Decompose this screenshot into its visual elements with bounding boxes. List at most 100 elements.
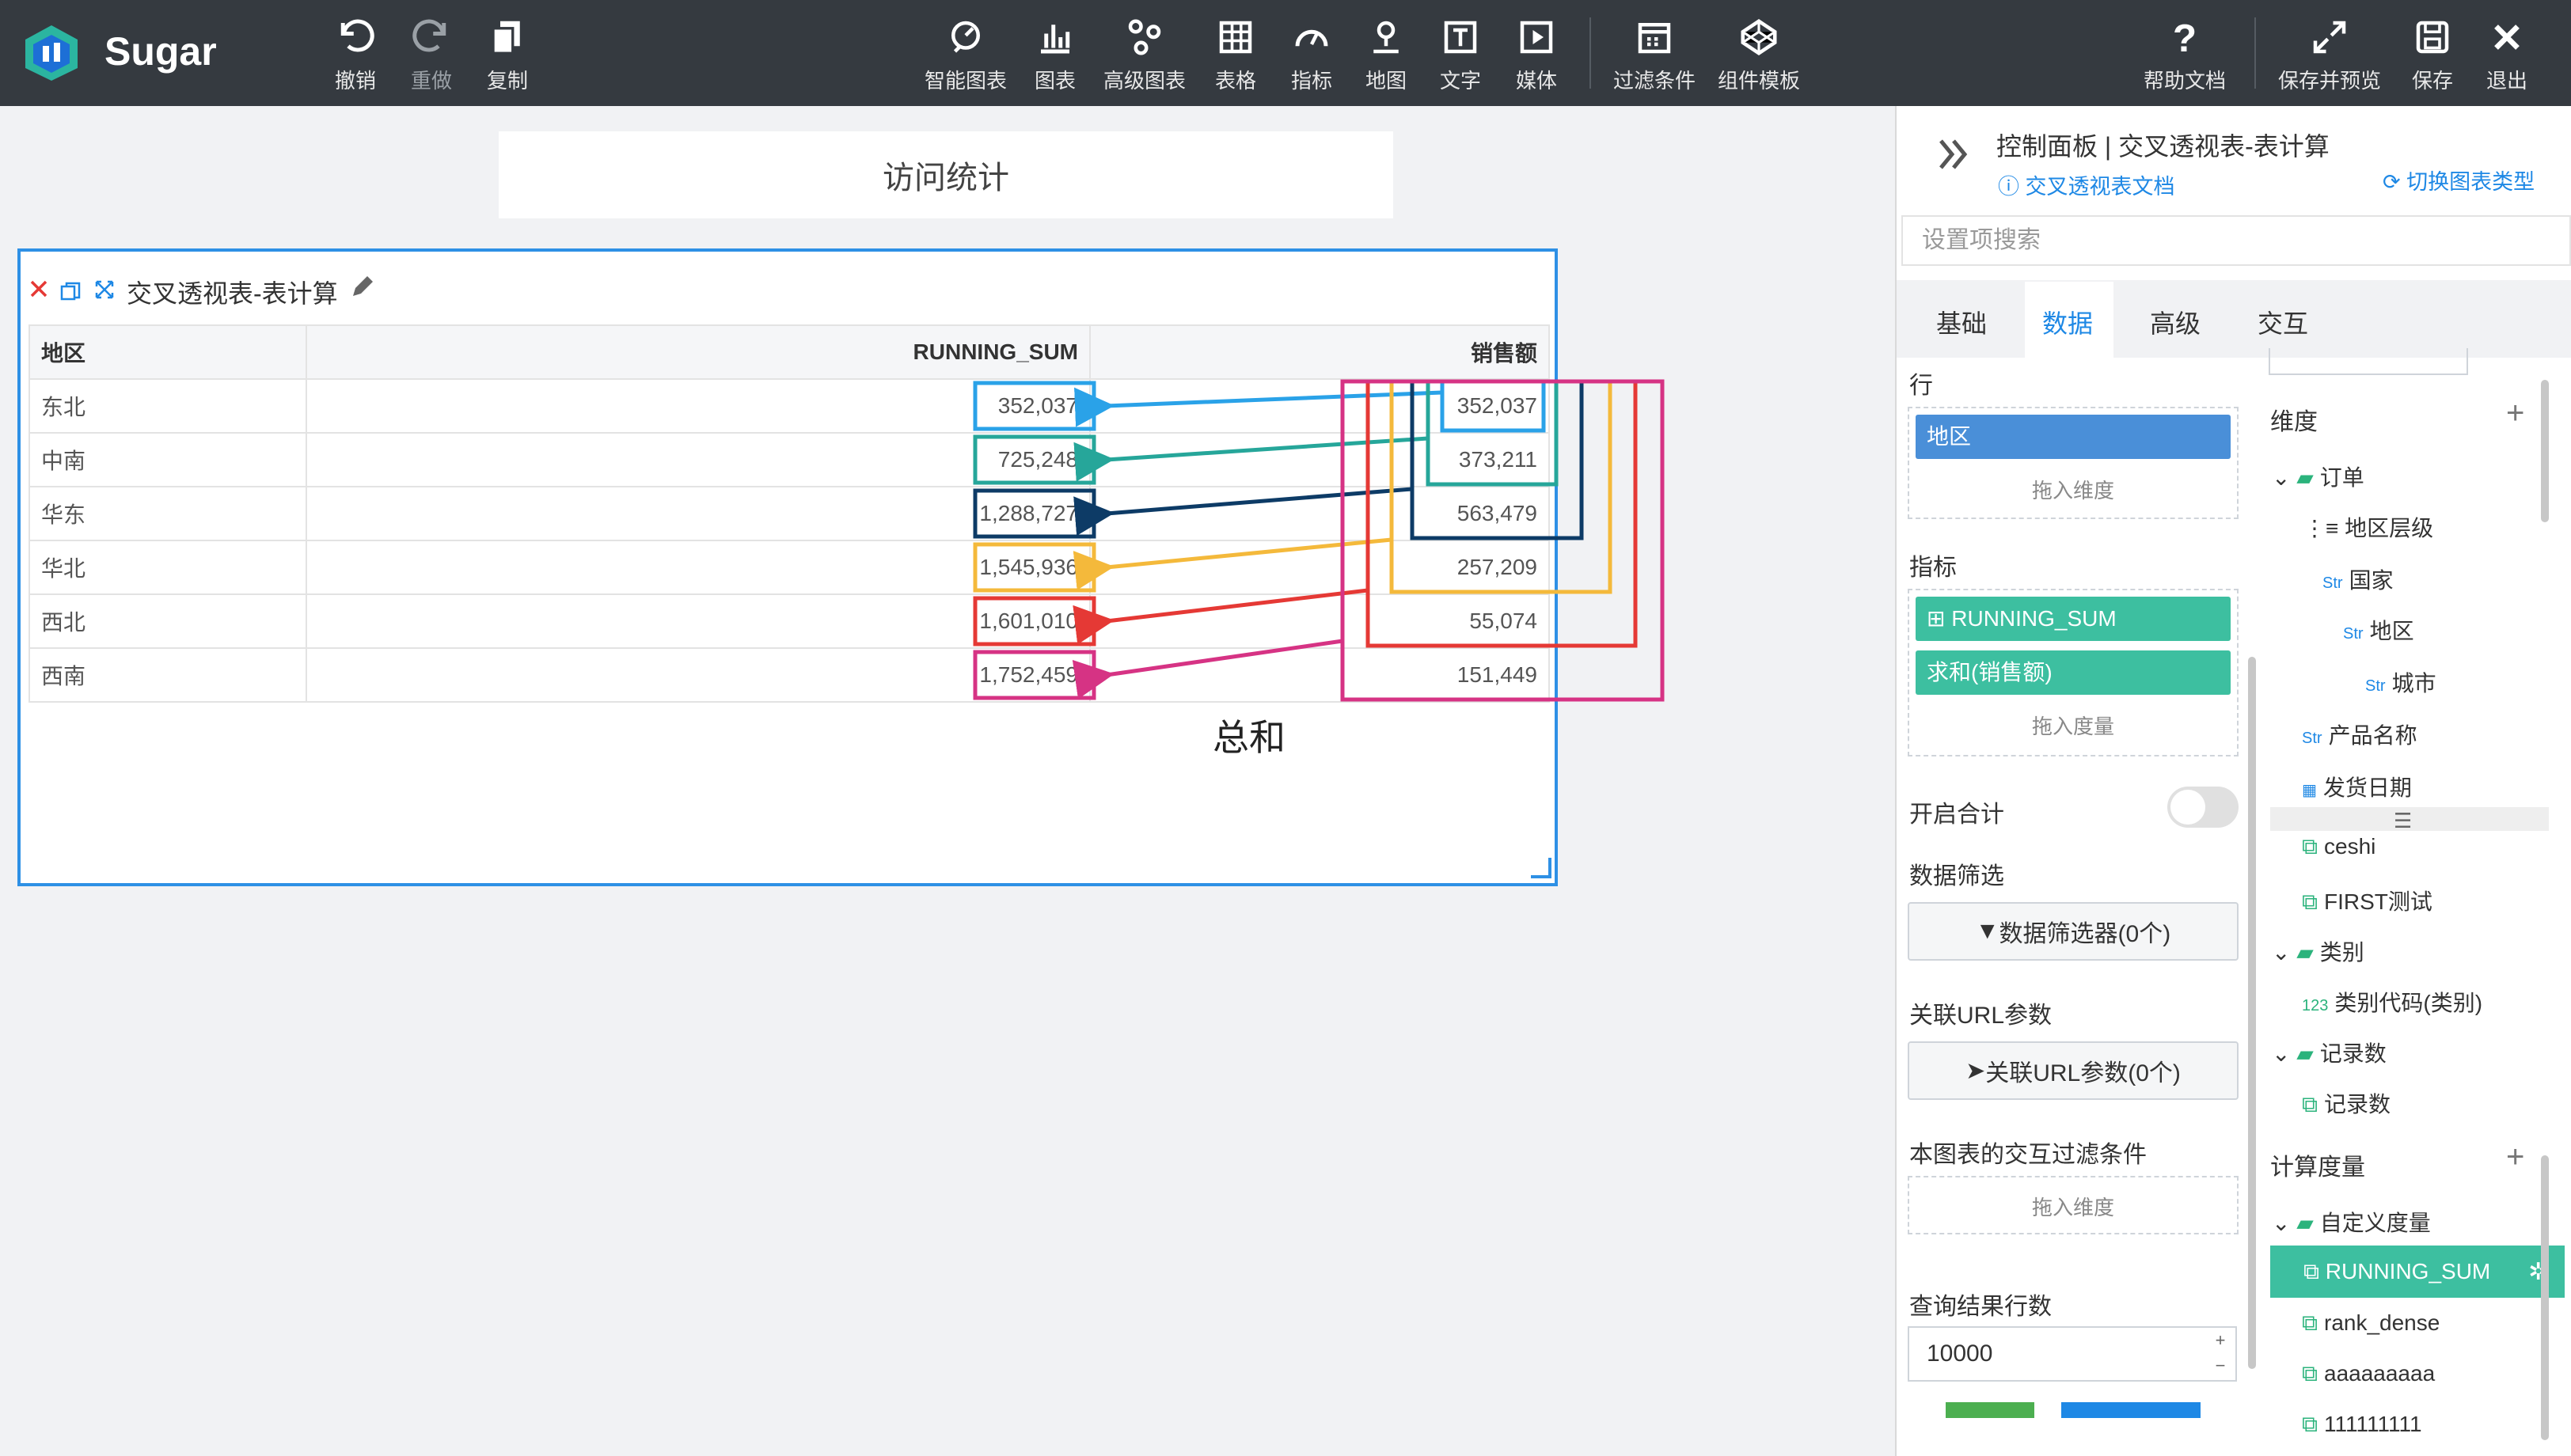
- metric-pill-running-sum[interactable]: ⊞ RUNNING_SUM: [1916, 597, 2231, 641]
- dimension-title: 维度: [2270, 409, 2318, 435]
- drag-handle-icon[interactable]: ☰: [2394, 809, 2412, 833]
- resize-handle[interactable]: [1531, 858, 1551, 878]
- chevron-down-icon: ⌄: [2272, 465, 2297, 490]
- tree-item-111111111[interactable]: ⧉ 111111111: [2302, 1412, 2422, 1438]
- calc-field-icon: ⧉: [2302, 1361, 2318, 1386]
- chevron-down-icon: ⌄: [2272, 1211, 2297, 1235]
- tree-item-product[interactable]: Str 产品名称: [2302, 719, 2417, 750]
- tree-label: 记录数: [2324, 1092, 2391, 1117]
- rows-stepper[interactable]: + −: [2208, 1328, 2232, 1378]
- apply-button[interactable]: [2061, 1402, 2201, 1418]
- sales-cumulative-box: [1426, 379, 1559, 487]
- tree-item-city[interactable]: Str 城市: [2365, 666, 2436, 698]
- hierarchy-icon: ⋮≡: [2303, 516, 2345, 540]
- str-type-icon: Str: [2343, 625, 2364, 643]
- tree-label: 地区: [2369, 619, 2414, 643]
- component-template-button[interactable]: 组件模板: [1718, 16, 1800, 94]
- interaction-filter-label: 本图表的交互过滤条件: [1909, 1142, 2147, 1168]
- codepen-icon: [1741, 19, 1777, 55]
- add-calc-measure-icon[interactable]: +: [2506, 1139, 2524, 1175]
- query-rows-label: 查询结果行数: [1909, 1294, 2052, 1320]
- confirm-button[interactable]: [1946, 1402, 2034, 1418]
- panel-title: 控制面板 | 交叉透视表-表计算: [1996, 132, 2330, 161]
- sales-cumulative-box: [1389, 379, 1612, 594]
- tool-label: 保存并预览: [2278, 69, 2382, 93]
- refresh-icon: ⟳: [2383, 170, 2407, 194]
- tree-label: 地区层级: [2345, 516, 2434, 540]
- filter-button-label: 数据筛选器(0个): [1999, 921, 2171, 947]
- expand-icon: [2313, 21, 2346, 54]
- chevron-down-icon: ⌄: [2272, 1041, 2297, 1066]
- folder-icon: ▰: [2296, 1211, 2314, 1235]
- tree-label: 订单: [2319, 465, 2364, 490]
- config-scrollbar[interactable]: [2248, 657, 2256, 1369]
- data-filter-button[interactable]: ▼ 数据筛选器(0个): [1908, 902, 2239, 961]
- metric-pill-sales-sum[interactable]: 求和(销售额): [1916, 650, 2231, 695]
- calc-field-icon: ⧉: [2302, 1412, 2318, 1436]
- total-toggle[interactable]: [2167, 787, 2239, 828]
- tree-item-record-count[interactable]: ⧉ 记录数: [2302, 1087, 2391, 1119]
- settings-search-input[interactable]: 设置项搜索: [1901, 215, 2571, 266]
- calendar-icon: ▦: [2302, 782, 2317, 799]
- switch-link-text: 切换图表类型: [2406, 170, 2535, 194]
- row-pill-region[interactable]: 地区: [1916, 415, 2231, 459]
- tab-interaction[interactable]: 交互: [2258, 304, 2308, 340]
- tree-item-region[interactable]: Str 地区: [2343, 614, 2414, 646]
- tree-label: 自定义度量: [2319, 1211, 2431, 1235]
- row-label: 行: [1909, 373, 1933, 399]
- tree-item-category-code[interactable]: 123 类别代码(类别): [2302, 986, 2482, 1018]
- tree-item-hierarchy[interactable]: ⋮≡ 地区层级: [2303, 511, 2433, 543]
- add-dimension-icon[interactable]: +: [2506, 396, 2524, 431]
- funnel-icon: ▼: [1975, 918, 1999, 944]
- tree-item-country[interactable]: Str 国家: [2322, 563, 2394, 595]
- question-icon: ?: [2173, 17, 2197, 59]
- tree-scrollbar-2[interactable]: [2541, 1155, 2549, 1440]
- tree-item-ceshi[interactable]: ⧉ ceshi: [2302, 834, 2375, 860]
- tree-label: RUNNING_SUM: [2325, 1259, 2491, 1283]
- tree-item-running-sum-selected[interactable]: ⧉ RUNNING_SUM: [2270, 1246, 2565, 1298]
- query-rows-input[interactable]: 10000: [1908, 1326, 2237, 1382]
- tree-folder-order[interactable]: ⌄ ▰ 订单: [2272, 461, 2364, 492]
- tool-label: 帮助文档: [2144, 69, 2227, 93]
- help-doc-button[interactable]: ? 帮助文档: [2144, 16, 2226, 94]
- exit-button[interactable]: 退出: [2486, 16, 2528, 94]
- number-type-icon: 123: [2302, 997, 2329, 1014]
- doc-link[interactable]: ⓘ 交叉透视表文档: [1998, 169, 2175, 200]
- sum-arrow: [1073, 537, 1392, 590]
- calc-field-icon: ⧉: [2302, 889, 2318, 914]
- running-sum-highlight-box: [973, 650, 1096, 700]
- tree-folder-custom-measure[interactable]: ⌄ ▰ 自定义度量: [2272, 1206, 2431, 1238]
- tree-folder-category[interactable]: ⌄ ▰ 类别: [2272, 935, 2364, 967]
- drag-dimension-hint: 拖入维度: [2031, 479, 2114, 502]
- save-preview-button[interactable]: 保存并预览: [2278, 16, 2381, 94]
- sum-arrow: [1072, 639, 1343, 700]
- tab-data[interactable]: 数据: [2042, 304, 2093, 340]
- sales-cumulative-box: [1440, 379, 1546, 433]
- tree-item-rank-dense[interactable]: ⧉ rank_dense: [2302, 1310, 2440, 1337]
- total-label: 开启合计: [1909, 802, 2004, 828]
- tool-label: 退出: [2486, 69, 2527, 93]
- table-small-icon: ⊞: [1927, 606, 1952, 631]
- sum-annotation: 总和: [1213, 717, 1286, 758]
- tab-basic[interactable]: 基础: [1936, 304, 1987, 340]
- save-button[interactable]: 保存: [2411, 16, 2454, 94]
- tree-folder-records[interactable]: ⌄ ▰ 记录数: [2272, 1037, 2387, 1068]
- tree-scrollbar[interactable]: [2541, 380, 2549, 522]
- switch-chart-type-link[interactable]: ⟳ 切换图表类型: [2383, 165, 2535, 195]
- tree-label: aaaaaaaaa: [2324, 1361, 2436, 1386]
- tab-advanced[interactable]: 高级: [2150, 304, 2201, 340]
- collapse-chevrons-icon[interactable]: [1938, 138, 1974, 171]
- send-icon: ➤: [1965, 1057, 1986, 1084]
- url-param-button[interactable]: ➤ 关联URL参数(0个): [1908, 1041, 2239, 1100]
- tool-label: 组件模板: [1718, 69, 1801, 93]
- field-search-input[interactable]: [2269, 348, 2468, 375]
- calc-measure-title: 计算度量: [2270, 1155, 2365, 1181]
- str-type-icon: Str: [2322, 574, 2343, 592]
- save-icon: [2416, 21, 2449, 54]
- tree-label: 产品名称: [2328, 723, 2417, 748]
- tree-item-first-test[interactable]: ⧉ FIRST测试: [2302, 885, 2432, 916]
- tree-label: ceshi: [2324, 834, 2376, 859]
- tree-item-ship-date[interactable]: ▦ 发货日期: [2302, 771, 2412, 802]
- svg-text:?: ?: [2173, 17, 2197, 59]
- tree-item-aaaaaaaaa[interactable]: ⧉ aaaaaaaaa: [2302, 1361, 2435, 1387]
